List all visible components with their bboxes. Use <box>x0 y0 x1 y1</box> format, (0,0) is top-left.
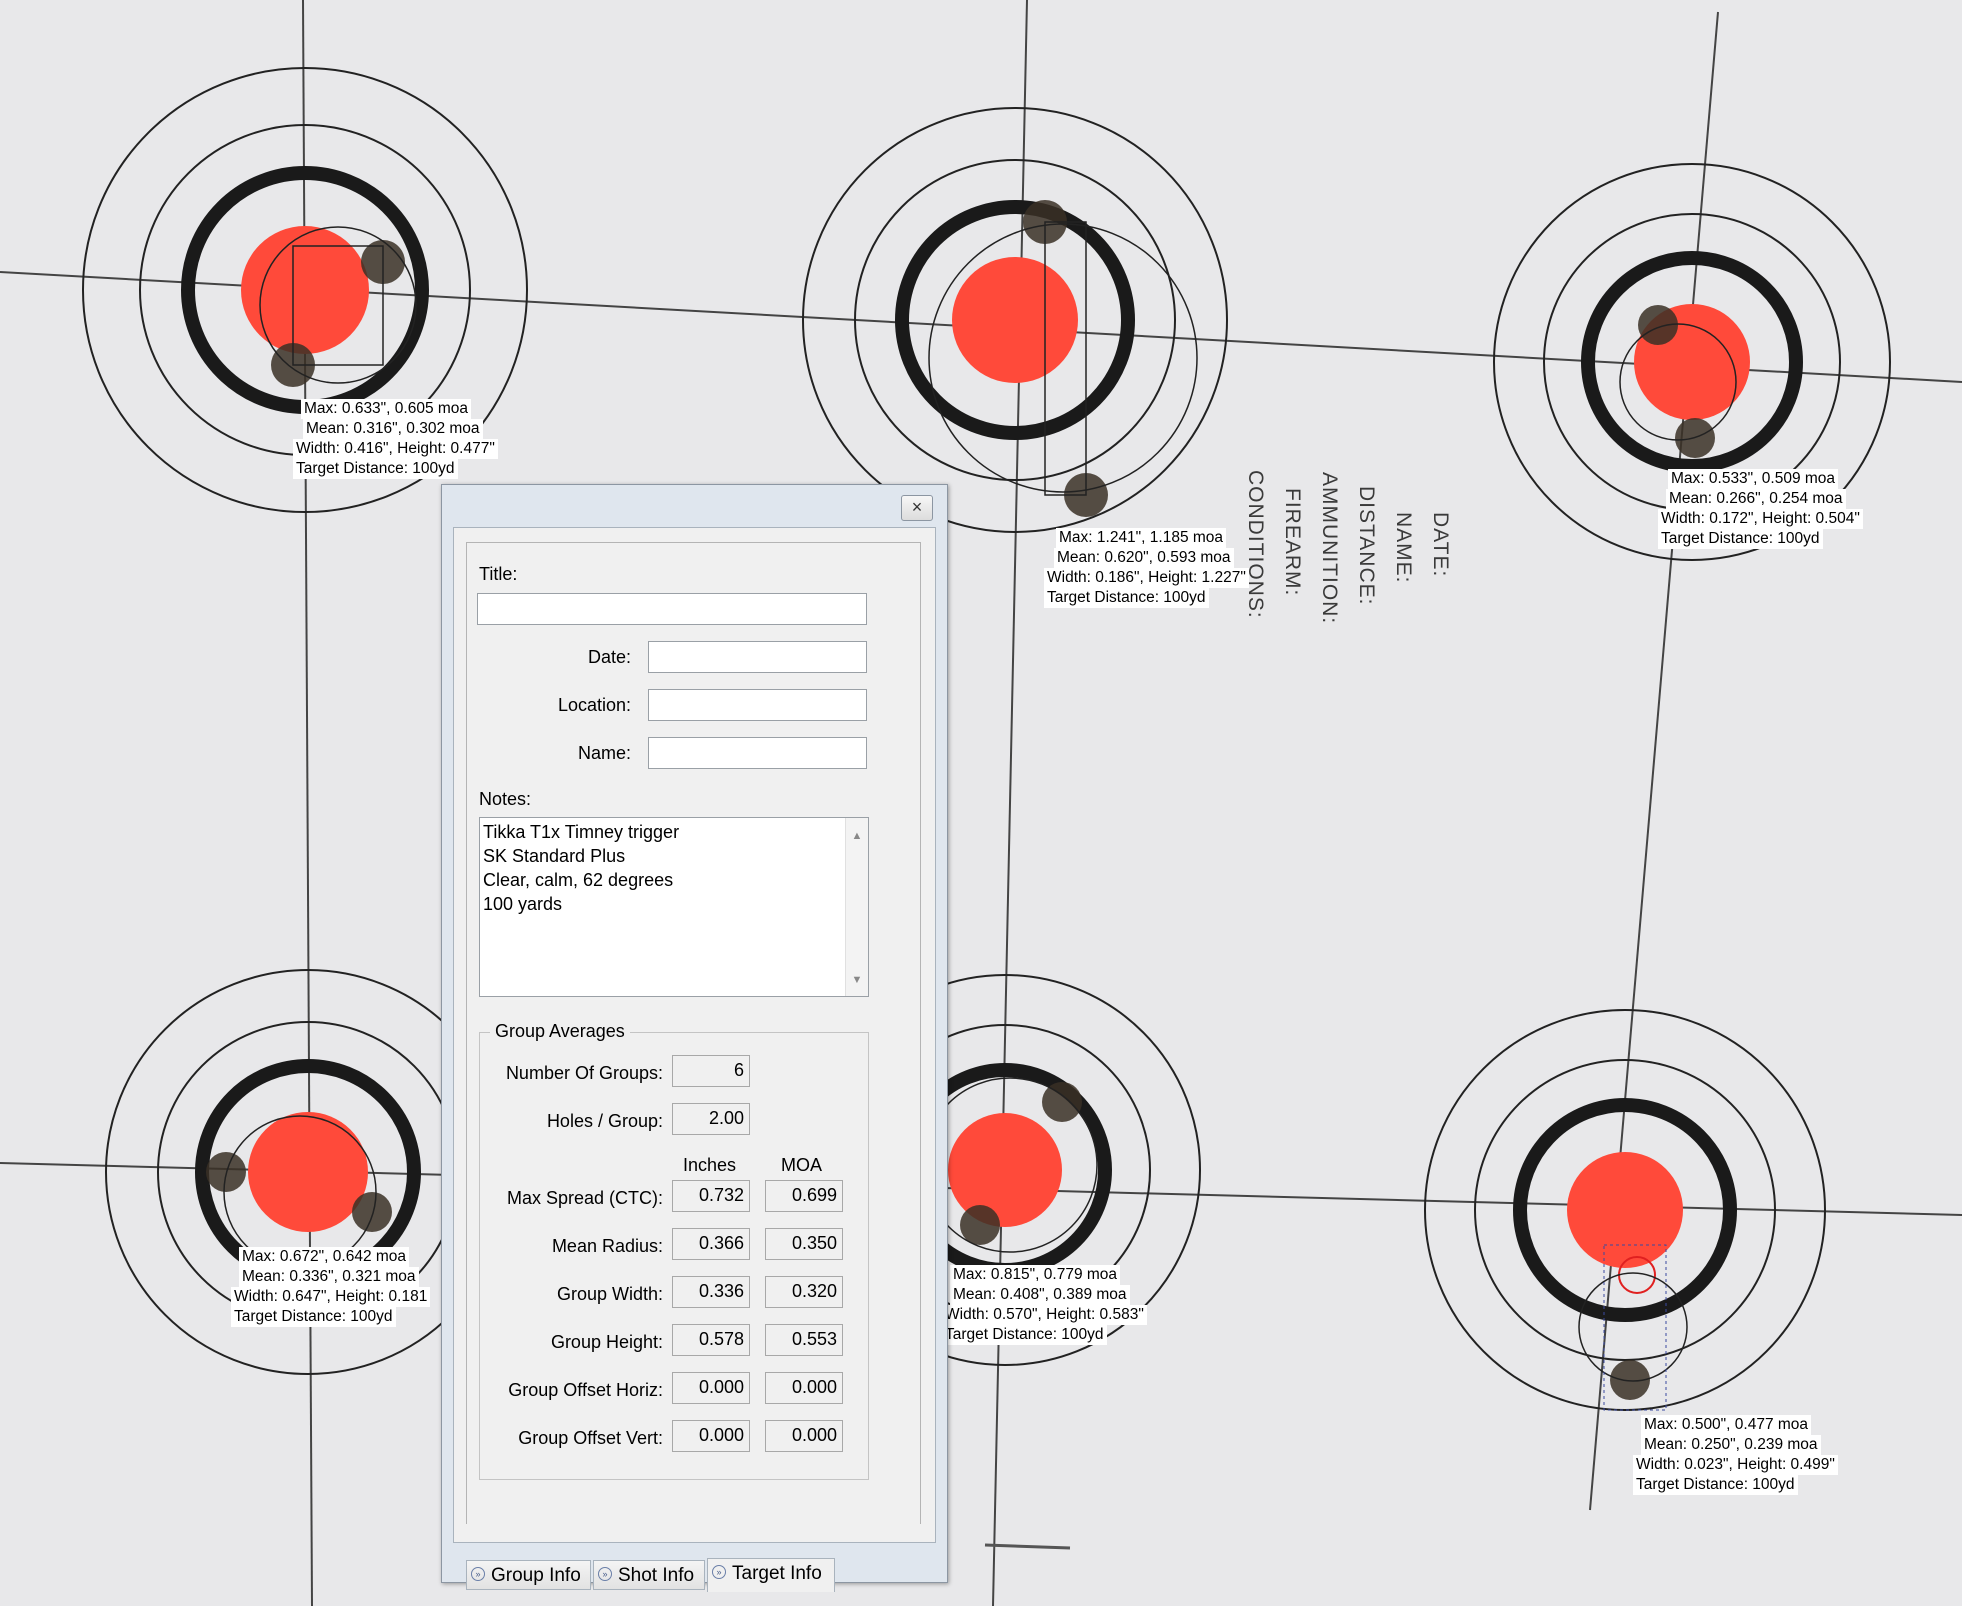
group-max: Max: 0.815", 0.779 moa <box>950 1265 1121 1285</box>
number-of-groups-value: 6 <box>672 1055 750 1087</box>
holes-per-group-value: 2.00 <box>672 1103 750 1135</box>
group-distance: Target Distance: 100yd <box>1044 588 1209 608</box>
group-size: Width: 0.416", Height: 0.477" <box>293 439 498 459</box>
group-size: Width: 0.023", Height: 0.499" <box>1633 1455 1838 1475</box>
name-field[interactable] <box>648 737 867 769</box>
group-mean: Mean: 0.250", 0.239 moa <box>1641 1435 1821 1455</box>
target-paper-image <box>0 0 1962 1606</box>
max-spread-label: Max Spread (CTC): <box>506 1188 663 1208</box>
date-label: Date: <box>587 647 631 667</box>
tab-target-info[interactable]: » Target Info <box>707 1558 835 1592</box>
number-of-groups-label: Number Of Groups: <box>505 1063 663 1083</box>
group-offset-vert-moa: 0.000 <box>765 1420 843 1452</box>
holes-per-group-label: Holes / Group: <box>546 1111 663 1131</box>
group-width-moa: 0.320 <box>765 1276 843 1308</box>
group-distance: Target Distance: 100yd <box>231 1307 396 1327</box>
notes-line: Clear, calm, 62 degrees <box>483 870 674 890</box>
group-size: Width: 0.570", Height: 0.583" <box>942 1305 1147 1325</box>
group-mean: Mean: 0.316", 0.302 moa <box>303 419 483 439</box>
dialog-body: Title: Date: Location: Name: Notes: Tikk… <box>453 527 936 1592</box>
close-button[interactable]: × <box>901 495 933 521</box>
mean-radius-label: Mean Radius: <box>551 1236 663 1256</box>
group-mean: Mean: 0.408", 0.389 moa <box>950 1285 1130 1305</box>
tab-label: Group Info <box>491 1565 581 1586</box>
tab-shot-info[interactable]: » Shot Info <box>593 1560 705 1590</box>
tab-arrow-icon: » <box>598 1566 612 1581</box>
group-label-top-right: Max: 0.533", 0.509 moa Mean: 0.266", 0.2… <box>1658 469 1863 549</box>
name-label: Name: <box>577 743 631 763</box>
group-distance: Target Distance: 100yd <box>1658 529 1823 549</box>
group-label-bottom-center: Max: 0.815", 0.779 moa Mean: 0.408", 0.3… <box>942 1265 1147 1345</box>
group-height-label: Group Height: <box>550 1332 663 1352</box>
group-mean: Mean: 0.266", 0.254 moa <box>1666 489 1846 509</box>
group-distance: Target Distance: 100yd <box>1633 1475 1798 1495</box>
notes-line: Tikka T1x Timney trigger <box>483 822 680 842</box>
notes-line: SK Standard Plus <box>483 846 626 866</box>
notes-textarea[interactable]: Tikka T1x Timney trigger SK Standard Plu… <box>479 817 869 997</box>
printed-distance-label: DISTANCE: <box>1355 486 1378 606</box>
group-label-top-center: Max: 1.241", 1.185 moa Mean: 0.620", 0.5… <box>1044 528 1249 608</box>
scroll-down-icon[interactable]: ▼ <box>846 968 868 992</box>
notes-label: Notes: <box>479 789 532 809</box>
group-offset-horiz-moa: 0.000 <box>765 1372 843 1404</box>
mean-radius-inches: 0.366 <box>672 1228 750 1260</box>
group-offset-vert-label: Group Offset Vert: <box>518 1428 663 1448</box>
printed-date-label: DATE: <box>1429 512 1452 578</box>
printed-firearm-label: FIREARM: <box>1281 488 1304 597</box>
tab-group-info[interactable]: » Group Info <box>466 1560 591 1590</box>
close-icon: × <box>911 497 923 517</box>
group-label-bottom-right: Max: 0.500", 0.477 moa Mean: 0.250", 0.2… <box>1633 1415 1838 1495</box>
group-width-inches: 0.336 <box>672 1276 750 1308</box>
target-info-dialog: × Title: Date: Location: Name: Notes: Ti… <box>441 484 948 1592</box>
group-averages-box: Group Averages Number Of Groups: 6 Holes… <box>479 1021 869 1480</box>
group-distance: Target Distance: 100yd <box>293 459 458 479</box>
group-max: Max: 1.241", 1.185 moa <box>1056 528 1227 548</box>
notes-line: 100 yards <box>483 894 563 914</box>
group-offset-vert-inches: 0.000 <box>672 1420 750 1452</box>
tab-label: Shot Info <box>618 1565 695 1586</box>
mean-radius-moa: 0.350 <box>765 1228 843 1260</box>
group-height-inches: 0.578 <box>672 1324 750 1356</box>
printed-name-label: NAME: <box>1392 512 1415 584</box>
group-max: Max: 0.672", 0.642 moa <box>239 1247 410 1267</box>
location-field[interactable] <box>648 689 867 721</box>
group-max: Max: 0.633", 0.605 moa <box>301 399 472 419</box>
title-label: Title: <box>479 564 518 584</box>
location-label: Location: <box>557 695 631 715</box>
group-offset-horiz-inches: 0.000 <box>672 1372 750 1404</box>
moa-column-header: MOA <box>781 1155 823 1175</box>
group-offset-horiz-label: Group Offset Horiz: <box>508 1380 663 1400</box>
title-field[interactable] <box>477 593 867 625</box>
group-label-top-left: Max: 0.633", 0.605 moa Mean: 0.316", 0.3… <box>293 399 498 479</box>
max-spread-moa: 0.699 <box>765 1180 843 1212</box>
target-info-panel: Title: Date: Location: Name: Notes: Tikk… <box>466 542 921 1524</box>
group-size: Width: 0.647", Height: 0.181 <box>231 1287 431 1307</box>
group-max: Max: 0.533", 0.509 moa <box>1668 469 1839 489</box>
group-averages-legend: Group Averages <box>490 1021 630 1042</box>
tab-arrow-icon: » <box>712 1564 726 1579</box>
date-field[interactable] <box>648 641 867 673</box>
inches-column-header: Inches <box>683 1155 737 1175</box>
group-max: Max: 0.500", 0.477 moa <box>1641 1415 1812 1435</box>
group-distance: Target Distance: 100yd <box>942 1325 1107 1345</box>
group-label-bottom-left: Max: 0.672", 0.642 moa Mean: 0.336", 0.3… <box>231 1247 431 1327</box>
group-height-moa: 0.553 <box>765 1324 843 1356</box>
group-mean: Mean: 0.336", 0.321 moa <box>239 1267 419 1287</box>
tab-label: Target Info <box>732 1563 822 1584</box>
group-size: Width: 0.186", Height: 1.227" <box>1044 568 1249 588</box>
scroll-up-icon[interactable]: ▲ <box>846 824 868 848</box>
group-mean: Mean: 0.620", 0.593 moa <box>1054 548 1234 568</box>
group-width-label: Group Width: <box>556 1284 663 1304</box>
printed-ammunition-label: AMMUNITION: <box>1318 472 1341 625</box>
group-size: Width: 0.172", Height: 0.504" <box>1658 509 1863 529</box>
max-spread-inches: 0.732 <box>672 1180 750 1212</box>
tab-arrow-icon: » <box>471 1566 485 1581</box>
notes-scrollbar[interactable]: ▲ ▼ <box>845 818 868 996</box>
